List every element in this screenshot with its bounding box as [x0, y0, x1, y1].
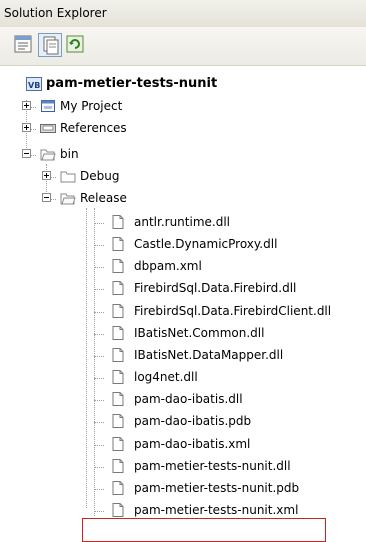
refresh-button[interactable] [64, 33, 88, 57]
tree-item-label: Release [80, 191, 127, 205]
file-icon [110, 413, 126, 429]
tree-item-release[interactable]: Release [0, 188, 366, 208]
expand-icon[interactable] [22, 123, 31, 132]
file-icon [110, 391, 126, 407]
file-item[interactable]: log4net.dll [0, 367, 366, 387]
file-icon [110, 303, 126, 319]
show-all-files-icon [43, 36, 59, 55]
file-label: Castle.DynamicProxy.dll [134, 237, 278, 251]
panel-title: Solution Explorer [4, 6, 107, 20]
file-item[interactable]: FirebirdSql.Data.FirebirdClient.dll [0, 301, 366, 321]
file-icon [110, 502, 126, 518]
file-item[interactable]: pam-dao-ibatis.xml [0, 434, 366, 454]
file-icon [110, 258, 126, 274]
properties-icon [14, 35, 32, 53]
file-label: pam-metier-tests-nunit.pdb [134, 481, 300, 495]
file-item[interactable]: pam-dao-ibatis.pdb [0, 411, 366, 431]
file-icon [110, 436, 126, 452]
show-all-files-button[interactable] [38, 33, 62, 57]
file-item[interactable]: antlr.runtime.dll [0, 212, 366, 232]
file-item[interactable]: pam-metier-tests-nunit.dll [0, 456, 366, 476]
file-label: IBatisNet.DataMapper.dll [134, 348, 284, 362]
tree-item-bin[interactable]: bin [0, 144, 366, 164]
open-folder-icon [40, 146, 56, 162]
file-icon [110, 280, 126, 296]
file-label: dbpam.xml [134, 259, 202, 273]
file-label: pam-metier-tests-nunit.xml [134, 503, 299, 517]
file-label: IBatisNet.Common.dll [134, 326, 265, 340]
file-label: antlr.runtime.dll [134, 215, 230, 229]
file-label: pam-dao-ibatis.dll [134, 392, 243, 406]
file-item[interactable]: IBatisNet.DataMapper.dll [0, 345, 366, 365]
file-item[interactable]: FirebirdSql.Data.Firebird.dll [0, 278, 366, 298]
toolbar [0, 27, 366, 66]
tree-item-debug[interactable]: Debug [0, 166, 366, 186]
file-item[interactable]: pam-dao-ibatis.dll [0, 389, 366, 409]
project-label: pam-metier-tests-nunit [46, 76, 218, 91]
file-icon [110, 236, 126, 252]
file-icon [110, 325, 126, 341]
expand-icon[interactable] [22, 101, 31, 110]
file-icon [110, 347, 126, 363]
svg-text:VB: VB [28, 81, 40, 90]
highlight-box [82, 518, 326, 542]
vb-project-icon: VB [26, 76, 42, 92]
references-icon [40, 120, 56, 136]
file-item[interactable]: IBatisNet.Common.dll [0, 323, 366, 343]
panel-title-bar: Solution Explorer [0, 0, 366, 28]
solution-tree: VB pam-metier-tests-nunit My Project Ref… [0, 66, 366, 542]
file-item[interactable]: pam-metier-tests-nunit.pdb [0, 478, 366, 498]
file-label: pam-dao-ibatis.xml [134, 437, 251, 451]
file-item[interactable]: pam-metier-tests-nunit.xml [0, 500, 366, 520]
file-label: FirebirdSql.Data.Firebird.dll [134, 281, 297, 295]
file-icon [110, 214, 126, 230]
file-icon [110, 458, 126, 474]
collapse-icon[interactable] [42, 193, 51, 202]
tree-item-label: Debug [80, 169, 120, 183]
open-folder-icon [60, 190, 76, 206]
file-label: pam-metier-tests-nunit.dll [134, 459, 291, 473]
file-item[interactable]: Castle.DynamicProxy.dll [0, 234, 366, 254]
tree-item-label: bin [60, 147, 79, 161]
file-icon [110, 480, 126, 496]
tree-item-my-project[interactable]: My Project [0, 96, 366, 116]
tree-item-label: My Project [60, 99, 123, 113]
expand-icon[interactable] [42, 171, 51, 180]
file-label: log4net.dll [134, 370, 198, 384]
file-label: pam-dao-ibatis.pdb [134, 414, 252, 428]
collapse-icon[interactable] [22, 149, 31, 158]
my-project-icon [40, 98, 56, 114]
properties-button[interactable] [12, 33, 36, 57]
file-label: FirebirdSql.Data.FirebirdClient.dll [134, 304, 332, 318]
file-item[interactable]: dbpam.xml [0, 256, 366, 276]
folder-icon [60, 168, 76, 184]
tree-item-label: References [60, 121, 127, 135]
file-icon [110, 369, 126, 385]
project-node[interactable]: VB pam-metier-tests-nunit [0, 74, 366, 94]
refresh-icon [66, 35, 84, 53]
tree-item-references[interactable]: References [0, 118, 366, 138]
